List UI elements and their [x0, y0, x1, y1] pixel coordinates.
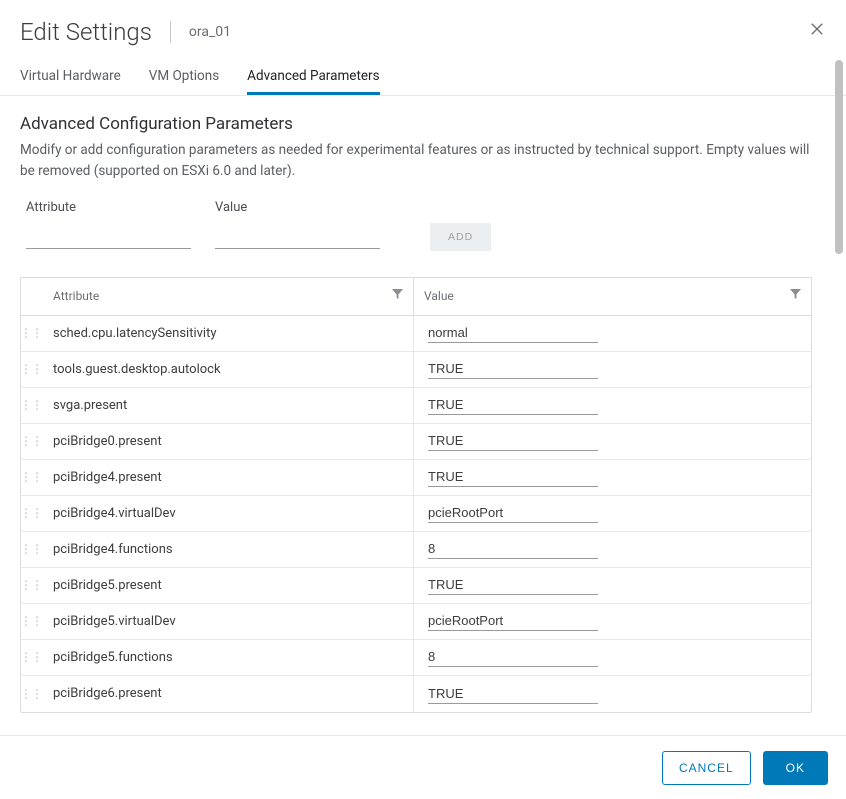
dialog-subtitle: ora_01	[189, 24, 231, 40]
table-row: pciBridge4.present	[21, 460, 811, 496]
cell-value	[413, 604, 811, 639]
table-row: pciBridge4.functions	[21, 532, 811, 568]
table-row: pciBridge0.present	[21, 424, 811, 460]
cell-attribute: pciBridge4.present	[41, 470, 413, 485]
cell-attribute: pciBridge0.present	[41, 434, 413, 449]
value-input[interactable]	[428, 684, 598, 704]
tab-virtual-hardware[interactable]: Virtual Hardware	[20, 68, 121, 95]
value-input[interactable]	[428, 539, 598, 559]
drag-handle-icon[interactable]	[21, 470, 41, 484]
cell-value	[413, 388, 811, 423]
tab-bar: Virtual Hardware VM Options Advanced Param…	[0, 46, 846, 96]
table-row: svga.present	[21, 388, 811, 424]
cell-value	[413, 532, 811, 567]
drag-handle-icon[interactable]	[21, 578, 41, 592]
value-input[interactable]	[428, 647, 598, 667]
drag-handle-icon[interactable]	[21, 542, 41, 556]
drag-handle-icon[interactable]	[21, 687, 41, 701]
value-input[interactable]	[428, 395, 598, 415]
dialog-title: Edit Settings	[20, 18, 152, 46]
value-input[interactable]	[428, 611, 598, 631]
filter-icon[interactable]	[392, 289, 403, 303]
filter-icon[interactable]	[790, 289, 801, 303]
table-row: pciBridge4.virtualDev	[21, 496, 811, 532]
cell-value	[413, 460, 811, 495]
drag-handle-icon[interactable]	[21, 326, 41, 340]
ok-button[interactable]: OK	[763, 751, 828, 785]
column-header-value: Value	[424, 289, 454, 303]
cell-value	[413, 640, 811, 675]
drag-handle-icon[interactable]	[21, 362, 41, 376]
cell-value	[413, 568, 811, 603]
table-row: pciBridge5.present	[21, 568, 811, 604]
cell-attribute: svga.present	[41, 398, 413, 413]
drag-handle-icon[interactable]	[21, 434, 41, 448]
add-attribute-input[interactable]	[26, 229, 191, 249]
tab-vm-options[interactable]: VM Options	[149, 68, 219, 95]
header-divider	[170, 21, 171, 43]
parameters-table: Attribute Value sched.cpu.latencySensiti…	[20, 277, 812, 713]
value-input[interactable]	[428, 323, 598, 343]
add-attribute-label: Attribute	[26, 200, 191, 215]
section-description: Modify or add configuration parameters a…	[20, 140, 826, 182]
table-row: pciBridge5.virtualDev	[21, 604, 811, 640]
value-input[interactable]	[428, 467, 598, 487]
cell-attribute: pciBridge4.functions	[41, 542, 413, 557]
add-value-label: Value	[215, 200, 380, 215]
value-input[interactable]	[428, 503, 598, 523]
drag-handle-icon[interactable]	[21, 650, 41, 664]
table-row: tools.guest.desktop.autolock	[21, 352, 811, 388]
cell-attribute: pciBridge5.virtualDev	[41, 614, 413, 629]
cell-value	[413, 424, 811, 459]
column-header-attribute: Attribute	[53, 289, 99, 303]
value-input[interactable]	[428, 575, 598, 595]
table-row: pciBridge5.functions	[21, 640, 811, 676]
cell-attribute: pciBridge5.present	[41, 578, 413, 593]
value-input[interactable]	[428, 431, 598, 451]
tab-advanced-parameters[interactable]: Advanced Parameters	[247, 68, 379, 95]
drag-handle-icon[interactable]	[21, 506, 41, 520]
cell-value	[413, 352, 811, 387]
cell-attribute: pciBridge4.virtualDev	[41, 506, 413, 521]
drag-handle-icon[interactable]	[21, 398, 41, 412]
cell-attribute: pciBridge6.present	[41, 686, 413, 701]
add-button[interactable]: ADD	[430, 223, 491, 251]
cell-value	[413, 316, 811, 351]
cell-attribute: pciBridge5.functions	[41, 650, 413, 665]
cell-value	[413, 496, 811, 531]
cell-value	[413, 676, 811, 712]
add-value-input[interactable]	[215, 229, 380, 249]
drag-handle-icon[interactable]	[21, 614, 41, 628]
scrollbar-track[interactable]	[832, 58, 846, 726]
scrollbar-thumb[interactable]	[835, 60, 843, 254]
close-icon[interactable]	[808, 20, 826, 42]
value-input[interactable]	[428, 359, 598, 379]
section-title: Advanced Configuration Parameters	[20, 114, 826, 134]
cell-attribute: sched.cpu.latencySensitivity	[41, 326, 413, 341]
table-row: pciBridge6.present	[21, 676, 811, 712]
cell-attribute: tools.guest.desktop.autolock	[41, 362, 413, 377]
table-row: sched.cpu.latencySensitivity	[21, 316, 811, 352]
cancel-button[interactable]: CANCEL	[662, 751, 751, 785]
